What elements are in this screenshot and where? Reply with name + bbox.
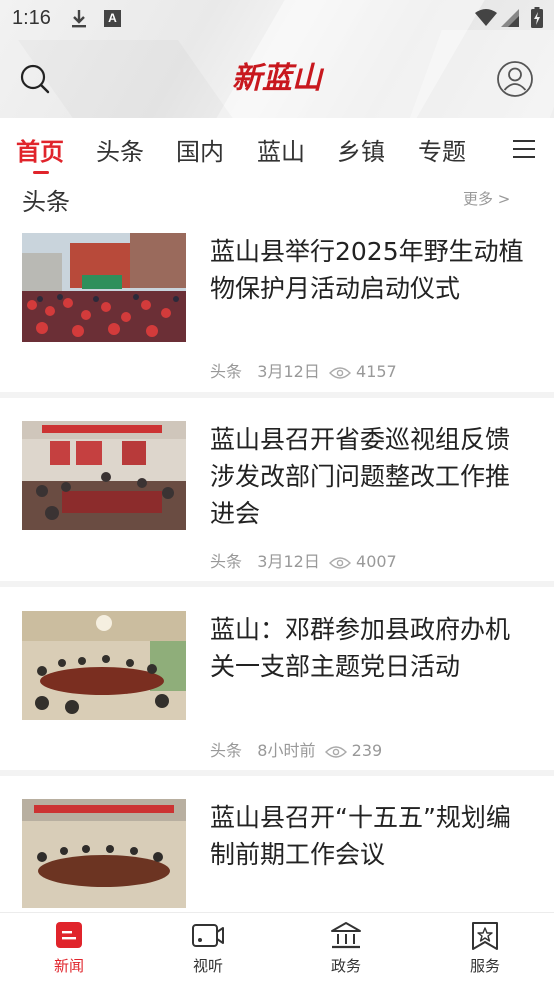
nav-video[interactable]: 视听: [173, 921, 243, 981]
more-link[interactable]: 更多 >: [463, 188, 510, 209]
status-time: 1:16: [12, 7, 51, 29]
category-tabs: 首页 头条 国内 蓝山 乡镇 专题: [0, 118, 554, 178]
a-badge-icon: A: [104, 10, 121, 27]
views-eye-icon: [328, 367, 351, 379]
government-icon: [331, 922, 361, 949]
news-thumbnail: [22, 233, 186, 342]
status-bar: 1:16 A: [0, 0, 554, 36]
news-thumbnail: [22, 799, 186, 908]
wifi-icon: [475, 9, 497, 26]
nav-label: 服务: [469, 957, 500, 975]
active-tab-indicator: [33, 171, 49, 174]
news-views: 4157: [356, 362, 397, 381]
app-logo: 新蓝山: [232, 61, 325, 96]
views-eye-icon: [324, 746, 347, 758]
news-date: 8小时前: [257, 741, 316, 760]
nav-government[interactable]: 政务: [311, 921, 381, 981]
news-category: 头条: [210, 552, 243, 571]
battery-charging-icon: [531, 7, 543, 28]
section-title: 头条: [22, 188, 70, 216]
service-icon: [472, 922, 498, 950]
tab-domestic[interactable]: 国内: [176, 132, 224, 167]
nav-service[interactable]: 服务: [450, 921, 520, 981]
tab-lanshan[interactable]: 蓝山: [257, 132, 305, 167]
news-title: 蓝山县召开省委巡视组反馈涉发改部门问题整改工作推进会: [210, 425, 511, 528]
nav-label: 新闻: [53, 957, 84, 975]
svg-text:新蓝山: 新蓝山: [232, 61, 325, 96]
nav-label: 视听: [192, 957, 223, 975]
tab-menu-icon[interactable]: [513, 140, 535, 158]
tab-home[interactable]: 首页: [16, 132, 64, 167]
news-item[interactable]: 蓝山县举行2025年野生动植物保护月活动启动仪式 头条 3月12日 4157: [0, 226, 554, 392]
news-views: 4007: [356, 552, 397, 571]
tab-towns[interactable]: 乡镇: [337, 132, 385, 167]
news-date: 3月12日: [257, 552, 320, 571]
news-item[interactable]: 蓝山县召开省委巡视组反馈涉发改部门问题整改工作推进会 头条 3月12日 4007: [0, 398, 554, 581]
nav-label: 政务: [330, 957, 361, 975]
news-title: 蓝山：邓群参加县政府办机关一支部主题党日活动: [210, 615, 511, 681]
news-category: 头条: [210, 362, 243, 381]
news-category: 头条: [210, 741, 243, 760]
tab-headlines[interactable]: 头条: [96, 132, 144, 167]
news-meta: 头条 3月12日 4157: [210, 358, 397, 382]
bottom-nav: 新闻 视听 政务 服务: [0, 912, 554, 984]
news-title: 蓝山县召开“十五五”规划编制前期工作会议: [210, 803, 511, 869]
views-eye-icon: [328, 557, 351, 569]
user-avatar-icon[interactable]: [496, 60, 534, 98]
news-item[interactable]: 蓝山县召开“十五五”规划编制前期工作会议: [0, 776, 554, 912]
download-icon: [72, 10, 86, 28]
news-views: 239: [351, 741, 383, 760]
news-icon: [56, 922, 82, 948]
news-title: 蓝山县举行2025年野生动植物保护月活动启动仪式: [210, 237, 524, 303]
nav-news[interactable]: 新闻: [34, 921, 104, 981]
signal-icon: [501, 9, 519, 27]
search-icon[interactable]: [18, 62, 52, 96]
tab-topics[interactable]: 专题: [418, 132, 466, 167]
news-meta: 头条 8小时前 239: [210, 737, 382, 761]
news-item[interactable]: 蓝山：邓群参加县政府办机关一支部主题党日活动 头条 8小时前 239: [0, 587, 554, 770]
news-date: 3月12日: [257, 362, 320, 381]
video-icon: [192, 924, 224, 947]
news-meta: 头条 3月12日 4007: [210, 548, 397, 572]
news-thumbnail: [22, 421, 186, 530]
news-thumbnail: [22, 611, 186, 720]
